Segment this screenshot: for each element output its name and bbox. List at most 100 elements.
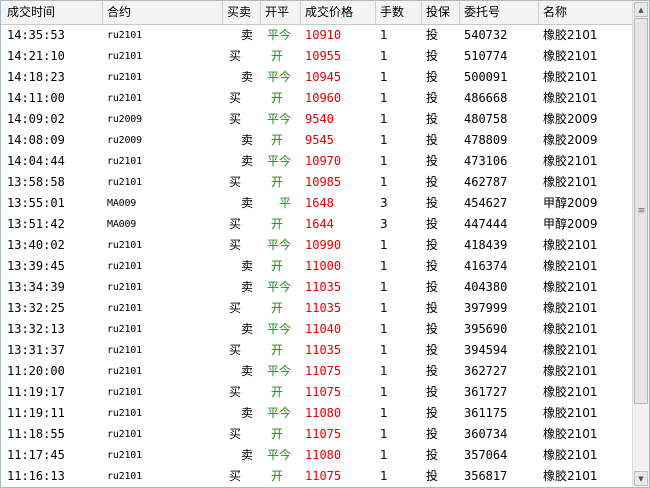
cell-contract: ru2101 [107, 156, 142, 167]
cell-side: 卖 [241, 322, 254, 336]
table-row[interactable]: 14:04:44 ru2101 卖平今 10970 1 投 473106 橡胶2101 [1, 151, 633, 172]
table-row[interactable]: 14:35:53 ru2101 卖平今 10910 1 投 540732 橡胶2101 [1, 25, 633, 46]
cell-order-id: 397999 [464, 301, 508, 315]
cell-name: 橡胶2101 [543, 427, 598, 441]
cell-side: 买 [229, 112, 242, 126]
cell-name: 橡胶2101 [543, 322, 598, 336]
cell-name: 橡胶2101 [543, 49, 598, 63]
cell-time: 13:32:13 [7, 322, 65, 336]
table-row[interactable]: 14:18:23 ru2101 卖平今 10945 1 投 500091 橡胶2101 [1, 67, 633, 88]
cell-name: 橡胶2101 [543, 175, 598, 189]
cell-hedge: 投 [426, 448, 439, 462]
cell-order-id: 395690 [464, 322, 508, 336]
cell-price: 11075 [305, 385, 342, 399]
cell-hedge: 投 [426, 91, 439, 105]
cell-name: 橡胶2009 [543, 133, 598, 147]
cell-contract: ru2101 [107, 366, 142, 377]
cell-order-id: 361175 [464, 406, 508, 420]
cell-qty: 1 [380, 112, 388, 126]
header-qty[interactable]: 手数 [376, 1, 422, 24]
cell-hedge: 投 [426, 343, 439, 357]
cell-side: 买 [229, 49, 242, 63]
cell-time: 14:21:10 [7, 49, 65, 63]
trade-records-window: 成交时间 合约 买卖 开平 成交价格 手数 投保 委托号 名称 14:35:53… [0, 0, 650, 488]
table-row[interactable]: 11:20:00 ru2101 卖平今 11075 1 投 362727 橡胶2101 [1, 361, 633, 382]
table-row[interactable]: 11:19:17 ru2101 买 开 11075 1 投 361727 橡胶2101 [1, 382, 633, 403]
cell-qty: 1 [380, 427, 388, 441]
cell-order-id: 454627 [464, 196, 508, 210]
vertical-scrollbar[interactable]: ▲ ≡ ▼ [632, 1, 649, 487]
table-row[interactable]: 13:40:02 ru2101 买 平今 10990 1 投 418439 橡胶2101 [1, 235, 633, 256]
arrow-up-icon[interactable]: ▲ [634, 2, 648, 17]
table-row[interactable]: 14:11:00 ru2101 买 开 10960 1 投 486668 橡胶2101 [1, 88, 633, 109]
cell-qty: 1 [380, 133, 388, 147]
cell-side: 卖 [241, 154, 254, 168]
table-row[interactable]: 13:55:01 MA009 卖 平 1648 3 投 454627 甲醇2009 [1, 193, 633, 214]
table-row[interactable]: 11:18:55 ru2101 买 开 11075 1 投 360734 橡胶2101 [1, 424, 633, 445]
cell-price: 11075 [305, 469, 342, 483]
header-hedge[interactable]: 投保 [422, 1, 460, 24]
cell-qty: 1 [380, 343, 388, 357]
cell-hedge: 投 [426, 28, 439, 42]
cell-side: 买 [229, 469, 242, 483]
cell-order-id: 418439 [464, 238, 508, 252]
cell-hedge: 投 [426, 259, 439, 273]
cell-hedge: 投 [426, 322, 439, 336]
cell-hedge: 投 [426, 112, 439, 126]
cell-contract: ru2101 [107, 387, 142, 398]
cell-order-id: 416374 [464, 259, 508, 273]
header-open-close[interactable]: 开平 [261, 1, 301, 24]
cell-time: 11:19:11 [7, 406, 65, 420]
table-row[interactable]: 13:34:39 ru2101 卖平今 11035 1 投 404380 橡胶2101 [1, 277, 633, 298]
cell-side: 买 [229, 427, 242, 441]
cell-price: 11035 [305, 280, 342, 294]
header-side[interactable]: 买卖 [223, 1, 261, 24]
grid-body: 14:35:53 ru2101 卖平今 10910 1 投 540732 橡胶2101 14:2… [1, 25, 633, 487]
cell-contract: ru2101 [107, 72, 142, 83]
table-row[interactable]: 13:32:13 ru2101 卖平今 11040 1 投 395690 橡胶2101 [1, 319, 633, 340]
cell-hedge: 投 [426, 175, 439, 189]
table-row[interactable]: 13:39:45 ru2101 卖 开 11000 1 投 416374 橡胶2101 [1, 256, 633, 277]
cell-order-id: 360734 [464, 427, 508, 441]
table-row[interactable]: 13:58:58 ru2101 买 开 10985 1 投 462787 橡胶2101 [1, 172, 633, 193]
cell-hedge: 投 [426, 469, 439, 483]
cell-open-close: 平今 [267, 448, 292, 462]
cell-open-close: 开 [271, 49, 284, 63]
header-order-id[interactable]: 委托号 [460, 1, 539, 24]
cell-qty: 1 [380, 364, 388, 378]
cell-time: 11:16:13 [7, 469, 65, 483]
header-time[interactable]: 成交时间 [1, 1, 103, 24]
cell-price: 11035 [305, 343, 342, 357]
scroll-thumb[interactable]: ≡ [634, 18, 648, 404]
cell-price: 10970 [305, 154, 342, 168]
cell-qty: 1 [380, 322, 388, 336]
table-row[interactable]: 11:16:13 ru2101 买 开 11075 1 投 356817 橡胶2101 [1, 466, 633, 487]
table-row[interactable]: 13:31:37 ru2101 买 开 11035 1 投 394594 橡胶2101 [1, 340, 633, 361]
cell-hedge: 投 [426, 406, 439, 420]
header-contract[interactable]: 合约 [103, 1, 223, 24]
cell-contract: ru2101 [107, 282, 142, 293]
cell-time: 11:20:00 [7, 364, 65, 378]
table-row[interactable]: 11:17:45 ru2101 卖平今 11080 1 投 357064 橡胶2101 [1, 445, 633, 466]
cell-qty: 1 [380, 238, 388, 252]
header-name[interactable]: 名称 [539, 1, 633, 24]
arrow-down-icon[interactable]: ▼ [634, 471, 648, 486]
table-row[interactable]: 14:09:02 ru2009 买 平今 9540 1 投 480758 橡胶2009 [1, 109, 633, 130]
table-row[interactable]: 11:19:11 ru2101 卖平今 11080 1 投 361175 橡胶2101 [1, 403, 633, 424]
cell-open-close: 开 [271, 175, 284, 189]
table-row[interactable]: 13:32:25 ru2101 买 开 11035 1 投 397999 橡胶2101 [1, 298, 633, 319]
cell-open-close: 平 [279, 196, 292, 210]
cell-contract: ru2009 [107, 135, 142, 146]
cell-qty: 1 [380, 280, 388, 294]
cell-name: 橡胶2101 [543, 301, 598, 315]
table-row[interactable]: 13:51:42 MA009 买 开 1644 3 投 447444 甲醇2009 [1, 214, 633, 235]
cell-name: 橡胶2101 [543, 91, 598, 105]
cell-side: 买 [229, 91, 242, 105]
cell-name: 甲醇2009 [543, 217, 598, 231]
header-price[interactable]: 成交价格 [301, 1, 376, 24]
table-row[interactable]: 14:08:09 ru2009 卖 开 9545 1 投 478809 橡胶2009 [1, 130, 633, 151]
cell-time: 11:19:17 [7, 385, 65, 399]
cell-price: 10960 [305, 91, 342, 105]
table-row[interactable]: 14:21:10 ru2101 买 开 10955 1 投 510774 橡胶2101 [1, 46, 633, 67]
cell-side: 卖 [241, 448, 254, 462]
